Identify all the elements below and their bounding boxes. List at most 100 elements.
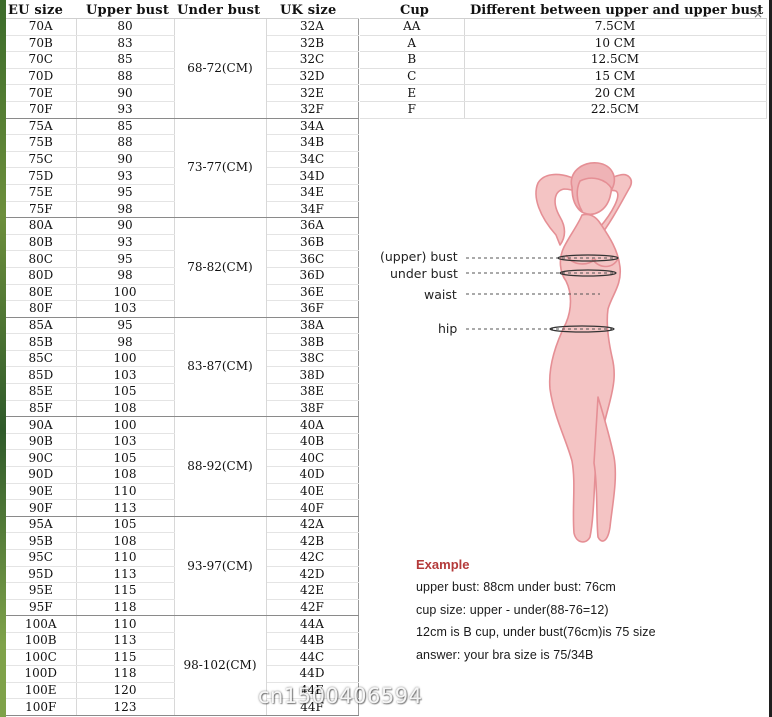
- cell-uk-size: 42A: [266, 516, 359, 534]
- cell-upper-bust: 100: [76, 416, 175, 434]
- example-line: answer: your bra size is 75/34B: [416, 647, 594, 662]
- cell-uk-size: 34B: [266, 134, 359, 152]
- cell-eu-size: 100E: [6, 682, 77, 700]
- example-line: cup size: upper - under(88-76=12): [416, 602, 609, 617]
- bra-size-table: EU size Upper bust Under bust UK size 70…: [6, 2, 359, 716]
- cell-upper-bust: 98: [76, 267, 175, 285]
- cell-eu-size: 85F: [6, 400, 77, 418]
- cell-under-bust: 73-77(CM): [174, 118, 267, 219]
- cell-uk-size: 34E: [266, 184, 359, 202]
- header-under-bust: Under bust: [174, 2, 266, 19]
- cell-eu-size: 100F: [6, 698, 77, 716]
- cell-upper-bust: 108: [76, 532, 175, 550]
- size-row: 80A 90 78-82(CM) 36A: [6, 217, 359, 318]
- cell-upper-bust: 88: [76, 68, 175, 86]
- label-under-bust: under bust: [390, 266, 458, 281]
- cell-uk-size: 42B: [266, 532, 359, 550]
- cell-upper-bust: 115: [76, 582, 175, 600]
- size-row: 75A 85 73-77(CM) 34A: [6, 118, 359, 219]
- cell-eu-size: 90D: [6, 466, 77, 484]
- cup-row: AA 7.5CM: [360, 18, 767, 36]
- cell-eu-size: 70F: [6, 101, 77, 119]
- cell-cup: A: [360, 35, 465, 53]
- cell-upper-bust: 103: [76, 300, 175, 318]
- cup-table-header-row: Cup Different between upper and upper bu…: [360, 2, 766, 19]
- cell-cup-difference: 12.5CM: [464, 51, 767, 69]
- cell-eu-size: 70D: [6, 68, 77, 86]
- cup-difference-table: Cup Different between upper and upper bu…: [360, 2, 767, 119]
- cell-uk-size: 36B: [266, 234, 359, 252]
- cell-upper-bust: 85: [76, 118, 175, 136]
- cell-cup: AA: [360, 18, 465, 36]
- cell-upper-bust: 95: [76, 317, 175, 335]
- cell-eu-size: 80A: [6, 217, 77, 235]
- cell-eu-size: 75E: [6, 184, 77, 202]
- cell-uk-size: 36F: [266, 300, 359, 318]
- cell-upper-bust: 108: [76, 466, 175, 484]
- cell-uk-size: 32F: [266, 101, 359, 119]
- header-cup: Cup: [360, 2, 464, 19]
- cell-eu-size: 85B: [6, 333, 77, 351]
- label-upper-bust: (upper) bust: [380, 249, 458, 264]
- cell-uk-size: 32D: [266, 68, 359, 86]
- cell-upper-bust: 118: [76, 599, 175, 617]
- example-title: Example: [416, 557, 470, 572]
- cell-uk-size: 34C: [266, 151, 359, 169]
- measurement-figure-panel: (upper) bust under bust waist hip Exampl…: [360, 117, 766, 715]
- cell-eu-size: 75D: [6, 167, 77, 185]
- cell-eu-size: 75A: [6, 118, 77, 136]
- close-icon[interactable]: ×: [751, 7, 765, 21]
- cell-upper-bust: 105: [76, 516, 175, 534]
- cell-eu-size: 100B: [6, 632, 77, 650]
- cell-eu-size: 75F: [6, 201, 77, 219]
- cell-uk-size: 36C: [266, 250, 359, 268]
- cell-uk-size: 40C: [266, 449, 359, 468]
- cell-upper-bust: 103: [76, 366, 175, 385]
- cell-uk-size: 44C: [266, 649, 359, 667]
- cell-upper-bust: 105: [76, 449, 175, 468]
- watermark-text: cn1500406594: [258, 684, 423, 708]
- cell-upper-bust: 98: [76, 333, 175, 351]
- cell-eu-size: 90A: [6, 416, 77, 434]
- cell-eu-size: 80D: [6, 267, 77, 285]
- example-line: 12cm is B cup, under bust(76cm)is 75 siz…: [416, 625, 656, 639]
- cell-eu-size: 80B: [6, 234, 77, 252]
- cell-upper-bust: 123: [76, 698, 175, 716]
- cell-upper-bust: 110: [76, 483, 175, 501]
- cell-upper-bust: 113: [76, 499, 175, 517]
- cell-uk-size: 34F: [266, 201, 359, 219]
- size-chart-image: EU size Upper bust Under bust UK size 70…: [0, 0, 772, 717]
- cell-uk-size: 44A: [266, 615, 359, 633]
- cell-under-bust: 83-87(CM): [174, 317, 267, 418]
- cell-cup-difference: 20 CM: [464, 84, 767, 102]
- cell-eu-size: 70E: [6, 84, 77, 102]
- cell-under-bust: 88-92(CM): [174, 416, 267, 517]
- cell-uk-size: 44D: [266, 665, 359, 683]
- cell-upper-bust: 115: [76, 649, 175, 667]
- cell-uk-size: 34A: [266, 118, 359, 136]
- cell-eu-size: 95B: [6, 532, 77, 550]
- cell-upper-bust: 93: [76, 234, 175, 252]
- size-row: 90A 100 88-92(CM) 40A: [6, 416, 359, 517]
- size-row: 70A 80 68-72(CM) 32A: [6, 18, 359, 119]
- cell-upper-bust: 100: [76, 350, 175, 368]
- cell-uk-size: 42D: [266, 566, 359, 584]
- cell-upper-bust: 110: [76, 549, 175, 567]
- cell-uk-size: 38A: [266, 317, 359, 335]
- cell-eu-size: 90F: [6, 499, 77, 517]
- cell-uk-size: 34D: [266, 167, 359, 185]
- cup-row: C 15 CM: [360, 68, 767, 86]
- cell-upper-bust: 95: [76, 250, 175, 268]
- cell-uk-size: 32B: [266, 35, 359, 53]
- cell-upper-bust: 83: [76, 35, 175, 53]
- cell-eu-size: 80E: [6, 284, 77, 302]
- cell-uk-size: 38C: [266, 350, 359, 368]
- cell-under-bust: 68-72(CM): [174, 18, 267, 119]
- cell-upper-bust: 90: [76, 84, 175, 102]
- label-hip: hip: [438, 321, 458, 336]
- cell-eu-size: 80F: [6, 300, 77, 318]
- cell-upper-bust: 80: [76, 18, 175, 36]
- header-difference: Different between upper and upper bust: [464, 2, 766, 19]
- cell-eu-size: 70C: [6, 51, 77, 69]
- cell-upper-bust: 105: [76, 383, 175, 401]
